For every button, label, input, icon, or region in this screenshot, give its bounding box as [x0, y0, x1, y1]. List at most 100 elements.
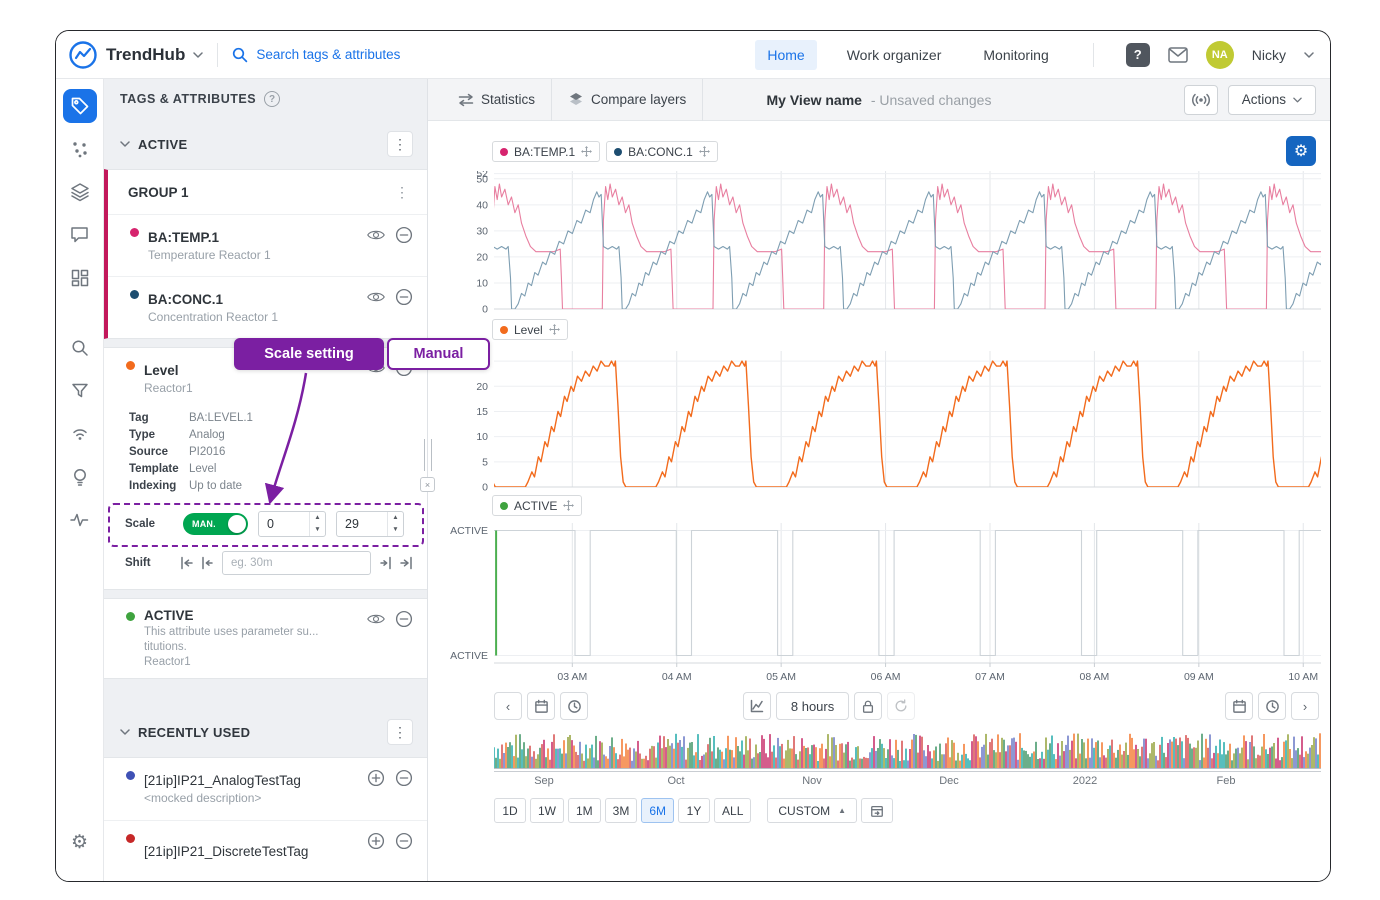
rail-monitors-button[interactable]	[63, 503, 97, 537]
trend-chart-active[interactable]: ACTIVEINACTIVE03 AM04 AM05 AM06 AM07 AM0…	[450, 523, 1325, 687]
decrement-arrow-icon[interactable]: ▼	[310, 524, 325, 536]
trend-chart-temp-conc[interactable]: 0102030405052	[450, 171, 1325, 313]
svg-text:09 AM: 09 AM	[1184, 671, 1214, 683]
start-time-button[interactable]	[560, 692, 588, 720]
broadcast-button[interactable]	[1184, 85, 1218, 115]
brand-chevron-icon[interactable]	[193, 52, 203, 58]
rail-ideas-button[interactable]	[63, 460, 97, 494]
nav-work-organizer[interactable]: Work organizer	[835, 40, 954, 70]
preset-1d-button[interactable]: 1D	[494, 798, 526, 823]
search-input[interactable]	[256, 47, 556, 62]
clock-icon	[1265, 699, 1280, 714]
panel-resize-handle[interactable]	[424, 439, 432, 471]
remove-minus-icon[interactable]	[395, 832, 413, 850]
time-navigation: ‹ 8 hours	[494, 691, 1319, 721]
rail-filter-button[interactable]	[63, 374, 97, 408]
rail-settings-button[interactable]: ⚙	[63, 825, 97, 859]
divider	[217, 43, 218, 67]
pan-left-button[interactable]: ‹	[494, 692, 522, 720]
recently-used-menu-button[interactable]: ⋮	[387, 719, 413, 745]
lock-duration-button[interactable]	[854, 692, 882, 720]
tag-color-dot	[126, 771, 135, 780]
tag-row[interactable]: BA:TEMP.1 Temperature Reactor 1	[108, 214, 427, 276]
start-calendar-button[interactable]	[527, 692, 555, 720]
add-plus-icon[interactable]	[367, 832, 385, 850]
preset-1w-button[interactable]: 1W	[530, 798, 564, 823]
scale-max-input[interactable]	[337, 517, 381, 531]
remove-minus-icon[interactable]	[395, 769, 413, 787]
remove-minus-icon[interactable]	[395, 610, 413, 628]
tag-details: TagBA:LEVEL.1 TypeAnalog SourcePI2016 Te…	[104, 410, 427, 495]
trend-chart-level[interactable]: 0510152025	[450, 351, 1325, 491]
legend-chip[interactable]: Level	[492, 319, 568, 340]
rail-dashboards-button[interactable]	[63, 261, 97, 295]
scale-min-input[interactable]	[259, 517, 303, 531]
active-section-menu-button[interactable]: ⋮	[387, 131, 413, 157]
preset-3m-button[interactable]: 3M	[605, 798, 638, 823]
jump-to-date-button[interactable]	[861, 798, 893, 823]
rail-comments-button[interactable]	[63, 218, 97, 252]
panel-collapse-button[interactable]: ×	[420, 477, 435, 492]
scale-setting-callout[interactable]: Scale setting	[234, 338, 384, 370]
add-plus-icon[interactable]	[367, 769, 385, 787]
shift-forward-small-icon[interactable]	[378, 556, 392, 570]
panel-help-icon[interactable]: ?	[264, 91, 280, 107]
preset-all-button[interactable]: ALL	[714, 798, 751, 823]
shift-forward-icon[interactable]	[399, 556, 413, 570]
preset-1m-button[interactable]: 1M	[568, 798, 601, 823]
move-icon[interactable]	[581, 146, 592, 157]
shift-back-icon[interactable]	[180, 556, 194, 570]
compare-layers-button[interactable]: Compare layers	[552, 79, 702, 120]
active-attribute-card[interactable]: ACTIVE This attribute uses parameter su.…	[104, 598, 427, 679]
help-icon[interactable]: ?	[1126, 43, 1150, 67]
visibility-eye-icon[interactable]	[367, 228, 385, 242]
duration-button[interactable]: 8 hours	[776, 692, 849, 720]
trend-scale-button[interactable]	[743, 692, 771, 720]
list-item[interactable]: [21ip]IP21_DiscreteTestTag	[104, 820, 427, 881]
user-chevron-icon[interactable]	[1304, 52, 1314, 58]
rail-search-button[interactable]	[63, 331, 97, 365]
mail-icon[interactable]	[1168, 47, 1188, 63]
statistics-button[interactable]: Statistics	[442, 79, 551, 120]
pan-right-button[interactable]: ›	[1291, 692, 1319, 720]
refresh-button[interactable]	[887, 692, 915, 720]
nav-home[interactable]: Home	[755, 40, 816, 70]
rail-layers-button[interactable]	[63, 175, 97, 209]
nav-monitoring[interactable]: Monitoring	[971, 40, 1060, 70]
chevron-down-icon[interactable]	[120, 729, 130, 735]
overview-context-strip[interactable]	[494, 731, 1321, 769]
end-calendar-button[interactable]	[1225, 692, 1253, 720]
move-icon[interactable]	[549, 324, 560, 335]
remove-minus-icon[interactable]	[395, 288, 413, 306]
list-item[interactable]: [21ip]IP21_AnalogTestTag <mocked descrip…	[104, 758, 427, 820]
legend-chip[interactable]: BA:CONC.1	[606, 141, 718, 162]
end-time-button[interactable]	[1258, 692, 1286, 720]
increment-arrow-icon[interactable]: ▲	[388, 512, 403, 524]
move-icon[interactable]	[699, 146, 710, 157]
preset-6m-button[interactable]: 6M	[641, 798, 674, 823]
legend-chip[interactable]: ACTIVE	[492, 495, 582, 516]
chart-settings-button[interactable]: ⚙	[1286, 136, 1316, 166]
rail-tags-button[interactable]	[63, 89, 97, 123]
rail-live-button[interactable]	[63, 417, 97, 451]
tag-row[interactable]: BA:CONC.1 Concentration Reactor 1	[108, 276, 427, 338]
increment-arrow-icon[interactable]: ▲	[310, 512, 325, 524]
custom-range-button[interactable]: CUSTOM ▲	[767, 798, 857, 823]
remove-minus-icon[interactable]	[395, 226, 413, 244]
chevron-down-icon[interactable]	[120, 141, 130, 147]
manual-scale-toggle[interactable]: MAN.	[183, 513, 248, 535]
rail-scatter-button[interactable]	[63, 132, 97, 166]
shift-input[interactable]	[222, 551, 371, 575]
legend-chip[interactable]: BA:TEMP.1	[492, 141, 600, 162]
avatar[interactable]: NA	[1206, 41, 1234, 69]
decrement-arrow-icon[interactable]: ▼	[388, 524, 403, 536]
move-icon[interactable]	[563, 500, 574, 511]
preset-1y-button[interactable]: 1Y	[678, 798, 710, 823]
visibility-eye-icon[interactable]	[367, 612, 385, 626]
manual-callout[interactable]: Manual	[387, 338, 490, 370]
group-menu-button[interactable]: ⋮	[391, 184, 413, 201]
visibility-eye-icon[interactable]	[367, 290, 385, 304]
shift-back-small-icon[interactable]	[201, 556, 215, 570]
actions-button[interactable]: Actions	[1228, 85, 1316, 115]
lock-icon	[861, 699, 875, 714]
